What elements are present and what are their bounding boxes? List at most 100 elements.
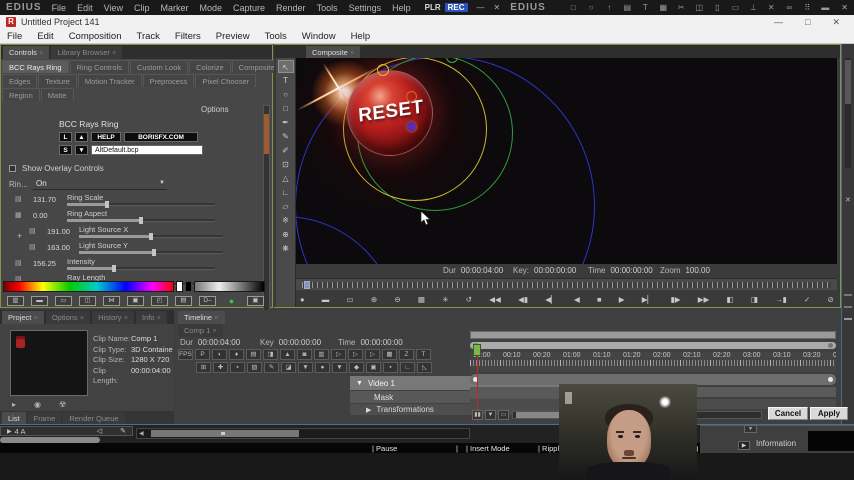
- filter-tab[interactable]: Edges: [2, 74, 38, 87]
- discard-icon[interactable]: ⊘: [828, 295, 834, 304]
- pencil-icon[interactable]: ✎: [120, 427, 126, 435]
- filter-tab[interactable]: Custom Look: [129, 60, 189, 73]
- param-slider[interactable]: [67, 217, 215, 224]
- close-icon[interactable]: ✕: [845, 196, 851, 204]
- tab-timeline[interactable]: Timeline ×: [178, 311, 225, 324]
- draw-icon[interactable]: ✎: [264, 362, 279, 373]
- audio-icon[interactable]: ♦: [229, 349, 244, 360]
- grid-view-icon[interactable]: ▥: [314, 349, 329, 360]
- corner-icon[interactable]: ∟: [400, 362, 415, 373]
- quality-icon[interactable]: ◗: [212, 349, 227, 360]
- close-icon-right[interactable]: ✕: [841, 3, 848, 12]
- box-icon[interactable]: ▭: [498, 410, 509, 420]
- play-icon[interactable]: ▶: [619, 295, 625, 304]
- film-icon[interactable]: ▦: [382, 349, 397, 360]
- zoom-tool-icon[interactable]: ⊕: [278, 228, 294, 241]
- confirm-icon[interactable]: ✓: [804, 295, 810, 304]
- scrollbar-track[interactable]: [845, 58, 851, 168]
- view-corner-icon[interactable]: ◰: [151, 296, 168, 306]
- pause-track-icon[interactable]: ▮▮: [472, 410, 483, 420]
- channels-icon[interactable]: ✳: [442, 295, 448, 304]
- fwd-b-icon[interactable]: ▷: [348, 349, 363, 360]
- menu-item[interactable]: Preview: [216, 31, 250, 42]
- filter-tab[interactable]: Matte: [40, 88, 74, 101]
- scissors-icon[interactable]: ✂: [676, 3, 687, 12]
- tab-History[interactable]: History ×: [92, 311, 134, 324]
- pan-tool-icon[interactable]: ❋: [278, 242, 294, 255]
- box-icon[interactable]: ▣: [366, 362, 381, 373]
- motion-blur-icon[interactable]: ◙: [297, 349, 312, 360]
- stopwatch-icon[interactable]: ▦: [15, 211, 22, 219]
- tab-Controls[interactable]: Controls ×: [3, 46, 50, 59]
- borisfx-button[interactable]: BORISFX.COM: [124, 132, 198, 142]
- play-button[interactable]: ▶: [738, 441, 750, 450]
- goto-marker-icon[interactable]: →▮: [775, 295, 787, 304]
- view-full-icon[interactable]: ▣: [127, 296, 144, 306]
- transform-icon[interactable]: ✚: [213, 362, 228, 373]
- fps-icon[interactable]: FPS: [178, 349, 193, 360]
- fwd-a-icon[interactable]: ▷: [331, 349, 346, 360]
- menu-item[interactable]: Capture: [233, 3, 265, 13]
- param-value[interactable]: 163.00: [47, 243, 70, 252]
- ellipse-tool-icon[interactable]: ○: [278, 88, 294, 101]
- clip-thumbnail[interactable]: [10, 330, 88, 396]
- playhead-handle[interactable]: [473, 344, 481, 356]
- grid-icon[interactable]: ⠿: [802, 3, 813, 12]
- rgb-view-icon[interactable]: ▦: [418, 295, 425, 304]
- prev-keyframe-icon[interactable]: ◀▮: [518, 295, 528, 304]
- tl-scroll-bar[interactable]: [470, 342, 836, 349]
- eject-icon[interactable]: ⊥: [748, 3, 759, 12]
- menu-item[interactable]: File: [7, 31, 22, 42]
- minimize-icon[interactable]: —: [477, 3, 485, 12]
- filter-tab[interactable]: BCC Rays Ring: [2, 60, 69, 73]
- overlay-checkbox[interactable]: [9, 165, 16, 172]
- dropdown-icon[interactable]: ▼: [485, 410, 496, 420]
- step-forward-icon[interactable]: ▶▏: [642, 295, 654, 304]
- particle-tool-icon[interactable]: ※: [278, 214, 294, 227]
- speaker-icon[interactable]: ◁: [97, 427, 102, 435]
- control-handle-yellow[interactable]: [377, 64, 389, 76]
- selection-tool-icon[interactable]: ↖: [277, 60, 294, 73]
- stopwatch-icon[interactable]: ▤: [29, 243, 36, 251]
- preview-eye-icon[interactable]: ◉: [34, 400, 41, 409]
- menu-item[interactable]: Track: [137, 31, 160, 42]
- loop-view-icon[interactable]: ▣: [247, 296, 264, 306]
- stopwatch-icon[interactable]: ▤: [15, 259, 22, 267]
- rectangle-tool-icon[interactable]: □: [278, 102, 294, 115]
- eraser-tool-icon[interactable]: ▱: [278, 200, 294, 213]
- edius-hscroll-thumb[interactable]: [151, 430, 299, 437]
- hue-gradient-bar[interactable]: [3, 281, 174, 292]
- keyframe-icon[interactable]: ◆: [349, 362, 364, 373]
- up-arrow-button[interactable]: ▲: [75, 132, 88, 142]
- tab-comp1[interactable]: Comp 1 ×: [178, 324, 223, 337]
- corner-tool-icon[interactable]: ∟: [278, 186, 294, 199]
- control-handle-purple[interactable]: [405, 120, 418, 133]
- reset-button-graphic[interactable]: RESET: [347, 70, 433, 156]
- small-dot-icon[interactable]: ▪: [383, 362, 398, 373]
- audio-track-header[interactable]: ▶ 4 A ◁ ✎: [0, 426, 133, 436]
- viewer-scrubber[interactable]: [296, 278, 837, 290]
- scroll-left-icon[interactable]: ◀: [139, 430, 144, 437]
- region-icon[interactable]: ▭: [347, 295, 354, 304]
- tl-zoom-bar[interactable]: [470, 331, 836, 339]
- white-swatch[interactable]: [176, 281, 183, 292]
- upload-icon[interactable]: ↑: [604, 3, 615, 12]
- play-backward-icon[interactable]: ◀: [574, 295, 580, 304]
- dropdown-button[interactable]: ▼: [744, 425, 757, 433]
- proxy-icon[interactable]: P: [195, 349, 210, 360]
- loop-icon[interactable]: ↺: [466, 295, 472, 304]
- filter-tab[interactable]: Pixel Chooser: [195, 74, 257, 87]
- text-tool-icon[interactable]: T: [640, 3, 651, 12]
- flag-icon[interactable]: ▬: [322, 295, 330, 304]
- tray-icon[interactable]: ▬: [820, 3, 831, 12]
- render-flag-icon[interactable]: ☢: [59, 400, 66, 409]
- expand-icon[interactable]: ▼: [298, 362, 313, 373]
- scrollbar-thumb[interactable]: [845, 60, 851, 104]
- menu-item[interactable]: Edit: [77, 3, 93, 13]
- menu-item[interactable]: Tools: [265, 31, 287, 42]
- view-layout-1-icon[interactable]: ▥: [7, 296, 24, 306]
- copy-icon[interactable]: ◫: [694, 3, 705, 12]
- param-value[interactable]: 156.25: [33, 259, 56, 268]
- menu-item[interactable]: Mode: [199, 3, 222, 13]
- edius-hscroll[interactable]: ◀: [136, 428, 470, 439]
